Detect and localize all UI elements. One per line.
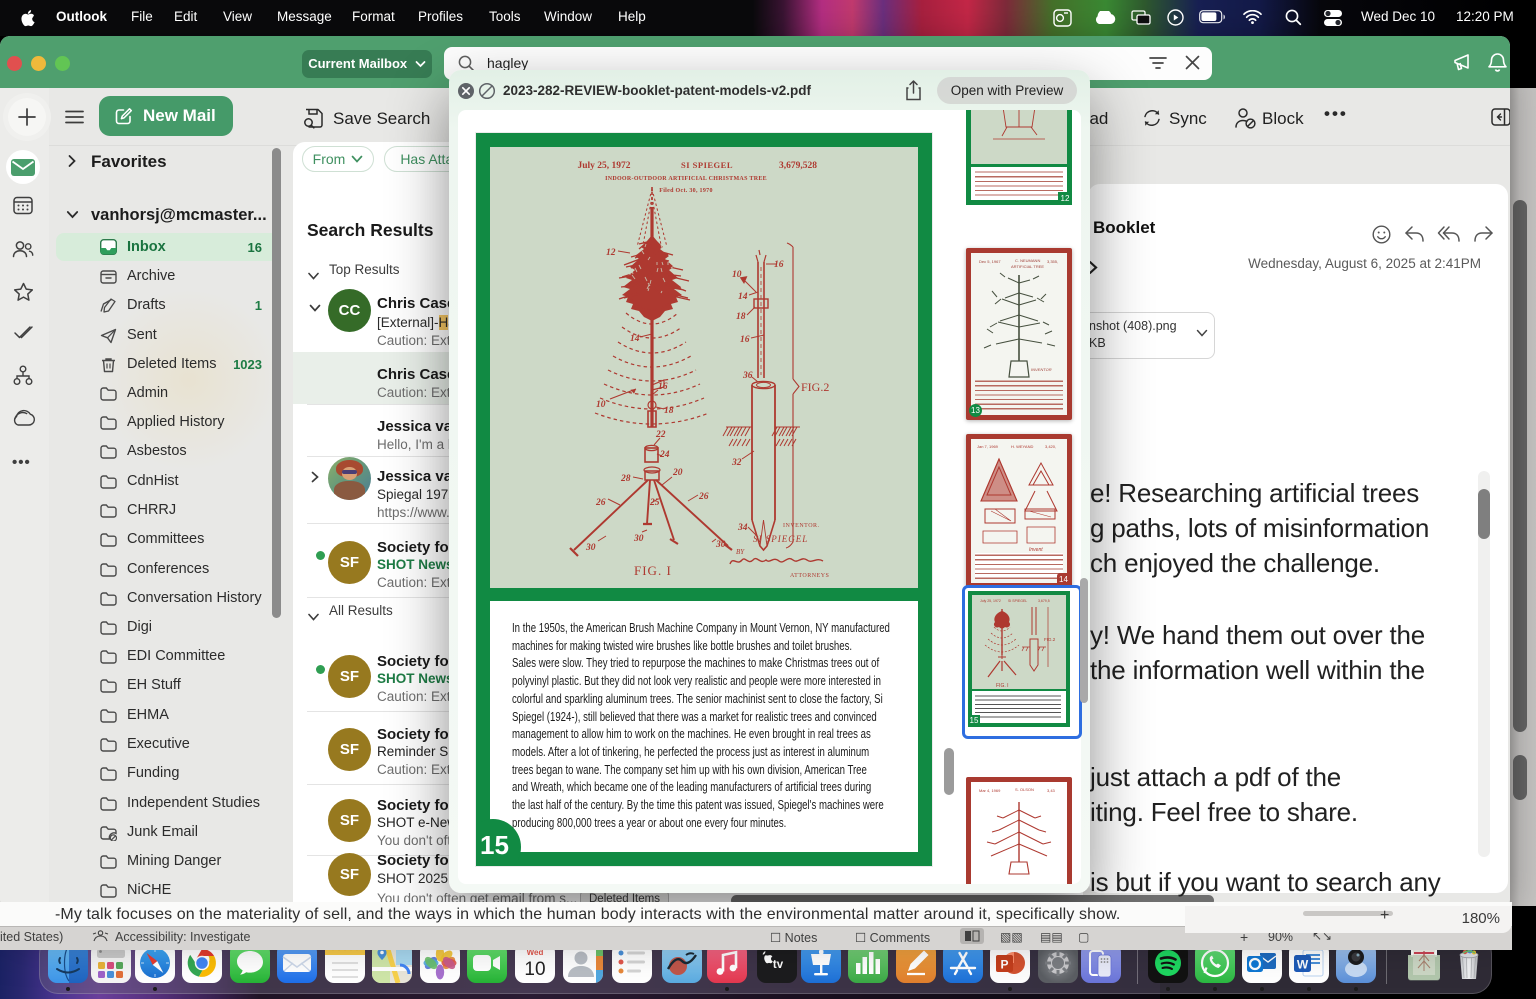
svg-text:Jan 7, 1969: Jan 7, 1969 xyxy=(977,444,999,449)
svg-text:tv: tv xyxy=(773,959,784,971)
svg-text:36: 36 xyxy=(742,371,753,381)
svg-text:S. OLSON: S. OLSON xyxy=(1015,787,1034,792)
svg-text:16: 16 xyxy=(658,382,668,392)
svg-text:30: 30 xyxy=(715,540,726,550)
svg-text:BY: BY xyxy=(736,548,745,556)
svg-text:26: 26 xyxy=(595,498,606,508)
svg-text:Mar 4, 1969: Mar 4, 1969 xyxy=(979,788,1001,793)
svg-text:INVENTOR.: INVENTOR. xyxy=(783,523,820,529)
svg-text:16: 16 xyxy=(740,335,750,345)
svg-text:14: 14 xyxy=(630,334,640,344)
svg-text:SI SPIEGEL: SI SPIEGEL xyxy=(1008,599,1027,603)
svg-text:INDOOR-OUTDOOR ARTIFICIAL CHRI: INDOOR-OUTDOOR ARTIFICIAL CHRISTMAS TREE xyxy=(605,176,767,182)
svg-text:FIG. I: FIG. I xyxy=(996,683,1009,689)
svg-text:24: 24 xyxy=(659,450,670,460)
svg-text:ARTIFICIAL TREE: ARTIFICIAL TREE xyxy=(1011,264,1044,269)
svg-text:30: 30 xyxy=(585,543,596,553)
svg-text:FIG. I: FIG. I xyxy=(634,563,672,578)
svg-text:July 25, 1972: July 25, 1972 xyxy=(577,161,630,171)
svg-text:3,420,: 3,420, xyxy=(1045,444,1056,449)
svg-text:12: 12 xyxy=(606,248,616,258)
svg-text:25: 25 xyxy=(649,498,660,508)
svg-text:26: 26 xyxy=(698,492,709,502)
svg-text:ATTORNEYS: ATTORNEYS xyxy=(790,573,829,579)
svg-text:FIG.2: FIG.2 xyxy=(1044,637,1056,642)
svg-text:3,43: 3,43 xyxy=(1047,788,1056,793)
svg-text:July 25, 1972: July 25, 1972 xyxy=(980,599,1001,603)
svg-text:18: 18 xyxy=(664,406,674,416)
svg-text:INVENTOR: INVENTOR xyxy=(1031,367,1052,372)
svg-text:W: W xyxy=(1297,958,1309,972)
svg-text:3,355,: 3,355, xyxy=(1047,259,1058,264)
svg-text:3,679,528: 3,679,528 xyxy=(779,161,817,171)
svg-text:Dec 5, 1967: Dec 5, 1967 xyxy=(979,259,1001,264)
svg-text:32: 32 xyxy=(731,458,742,468)
svg-text:10: 10 xyxy=(596,400,606,410)
svg-text:SI SPIEGEL: SI SPIEGEL xyxy=(681,160,733,170)
svg-text:30: 30 xyxy=(633,534,644,544)
svg-text:34: 34 xyxy=(737,523,748,533)
svg-text:18: 18 xyxy=(736,312,746,322)
svg-text:14: 14 xyxy=(738,292,748,302)
svg-text:22: 22 xyxy=(655,430,666,440)
svg-text:C. NEUMANN: C. NEUMANN xyxy=(1015,258,1040,263)
svg-text:10: 10 xyxy=(732,270,742,280)
svg-text:16: 16 xyxy=(774,260,784,270)
svg-text:P: P xyxy=(1000,958,1008,972)
svg-text:20: 20 xyxy=(672,468,683,478)
svg-text:3,679,5: 3,679,5 xyxy=(1038,599,1050,603)
svg-text:FIG.2: FIG.2 xyxy=(801,380,829,394)
svg-text:Filed Oct. 30, 1970: Filed Oct. 30, 1970 xyxy=(659,188,713,194)
svg-text:10: 10 xyxy=(524,959,545,980)
svg-text:SI SPIEGEL: SI SPIEGEL xyxy=(753,534,808,544)
svg-text:H. WEYAND: H. WEYAND xyxy=(1011,444,1033,449)
svg-text:28: 28 xyxy=(620,474,631,484)
